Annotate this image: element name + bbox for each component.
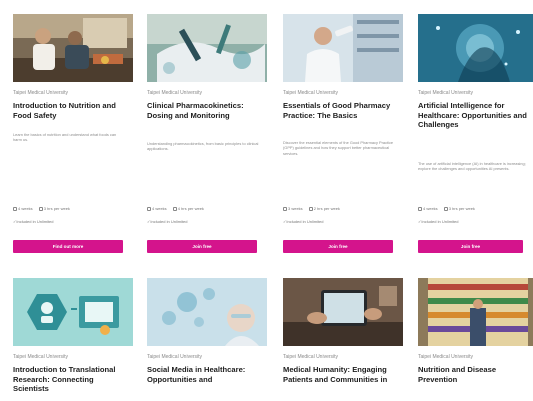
- course-card[interactable]: Taipei Medical University Introduction t…: [13, 14, 133, 256]
- calendar-icon: [13, 206, 17, 211]
- course-duration: 3 weeks: [288, 206, 303, 211]
- course-description: Understanding pharmacokinetics, from bas…: [147, 141, 259, 152]
- course-description: Learn the basics of nutrition and unders…: [13, 132, 117, 143]
- access-info: ✓Included in Unlimited: [147, 219, 188, 224]
- course-title[interactable]: Clinical Pharmacokinetics: Dosing and Mo…: [147, 101, 265, 120]
- research-illustration-icon: [13, 278, 133, 346]
- calendar-icon: [418, 206, 422, 211]
- provider-name: Taipei Medical University: [13, 90, 69, 96]
- join-free-button[interactable]: Join free: [418, 240, 523, 253]
- course-card[interactable]: Taipei Medical University Essentials of …: [283, 14, 403, 256]
- course-duration: 4 weeks: [18, 206, 33, 211]
- course-duration: 4 weeks: [152, 206, 167, 211]
- access-info: ✓Included in Unlimited: [283, 219, 324, 224]
- course-description: The use of artificial intelligence (AI) …: [418, 161, 526, 172]
- provider-name: Taipei Medical University: [418, 90, 474, 96]
- pharmacist-photo-icon: [283, 14, 403, 82]
- access-text: Included in Unlimited: [286, 219, 324, 224]
- course-title[interactable]: Introduction to Nutrition and Food Safet…: [13, 101, 131, 120]
- course-grid: Taipei Medical University Introduction t…: [0, 0, 533, 401]
- course-effort: 3 hrs per week: [448, 206, 475, 211]
- provider-name: Taipei Medical University: [283, 354, 339, 360]
- course-effort: 3 hrs per week: [43, 206, 70, 211]
- course-image[interactable]: [283, 278, 403, 346]
- social-media-photo-icon: [147, 278, 267, 346]
- course-card[interactable]: Taipei Medical University Clinical Pharm…: [147, 14, 267, 256]
- course-meta: 4 weeks 4 hrs per week: [147, 206, 204, 211]
- provider-name: Taipei Medical University: [147, 354, 203, 360]
- lab-glove-photo-icon: [147, 14, 267, 82]
- grocery-photo-icon: [418, 278, 533, 346]
- access-info: ✓Included in Unlimited: [418, 219, 459, 224]
- course-image[interactable]: [13, 278, 133, 346]
- course-meta: 3 weeks 2 hrs per week: [283, 206, 340, 211]
- join-free-button[interactable]: Join free: [283, 240, 393, 253]
- course-image[interactable]: [147, 278, 267, 346]
- course-image[interactable]: [418, 278, 533, 346]
- course-image[interactable]: [283, 14, 403, 82]
- access-text: Included in Unlimited: [150, 219, 188, 224]
- course-card[interactable]: Taipei Medical University Artificial Int…: [418, 14, 533, 256]
- course-title[interactable]: Introduction to Translational Research: …: [13, 365, 131, 394]
- course-title[interactable]: Medical Humanity: Engaging Patients and …: [283, 365, 401, 384]
- clock-icon: [172, 206, 177, 211]
- course-duration: 4 weeks: [423, 206, 438, 211]
- join-free-button[interactable]: Join free: [147, 240, 257, 253]
- calendar-icon: [147, 206, 151, 211]
- course-card[interactable]: Taipei Medical University Medical Humani…: [283, 278, 403, 401]
- access-info: ✓Included in Unlimited: [13, 219, 54, 224]
- course-card[interactable]: Taipei Medical University Introduction t…: [13, 278, 133, 401]
- clock-icon: [308, 206, 313, 211]
- tablet-photo-icon: [283, 278, 403, 346]
- find-out-more-button[interactable]: Find out more: [13, 240, 123, 253]
- course-title[interactable]: Nutrition and Disease Prevention: [418, 365, 530, 384]
- course-description: Discover the essential elements of the G…: [283, 140, 394, 156]
- course-title[interactable]: Essentials of Good Pharmacy Practice: Th…: [283, 101, 401, 120]
- course-effort: 2 hrs per week: [313, 206, 340, 211]
- kitchen-photo-icon: [13, 14, 133, 82]
- course-card[interactable]: Taipei Medical University Nutrition and …: [418, 278, 533, 401]
- provider-name: Taipei Medical University: [283, 90, 339, 96]
- provider-name: Taipei Medical University: [13, 354, 69, 360]
- course-card[interactable]: Taipei Medical University Social Media i…: [147, 278, 267, 401]
- course-title[interactable]: Artificial Intelligence for Healthcare: …: [418, 101, 530, 130]
- calendar-icon: [283, 206, 287, 211]
- access-text: Included in Unlimited: [421, 219, 459, 224]
- clock-icon: [38, 206, 43, 211]
- provider-name: Taipei Medical University: [147, 90, 203, 96]
- course-meta: 4 weeks 3 hrs per week: [418, 206, 475, 211]
- course-meta: 4 weeks 3 hrs per week: [13, 206, 70, 211]
- course-effort: 4 hrs per week: [177, 206, 204, 211]
- provider-name: Taipei Medical University: [418, 354, 474, 360]
- course-image[interactable]: [147, 14, 267, 82]
- course-title[interactable]: Social Media in Healthcare: Opportunitie…: [147, 365, 265, 384]
- clock-icon: [443, 206, 448, 211]
- access-text: Included in Unlimited: [16, 219, 54, 224]
- ai-head-photo-icon: [418, 14, 533, 82]
- course-image[interactable]: [418, 14, 533, 82]
- course-image[interactable]: [13, 14, 133, 82]
